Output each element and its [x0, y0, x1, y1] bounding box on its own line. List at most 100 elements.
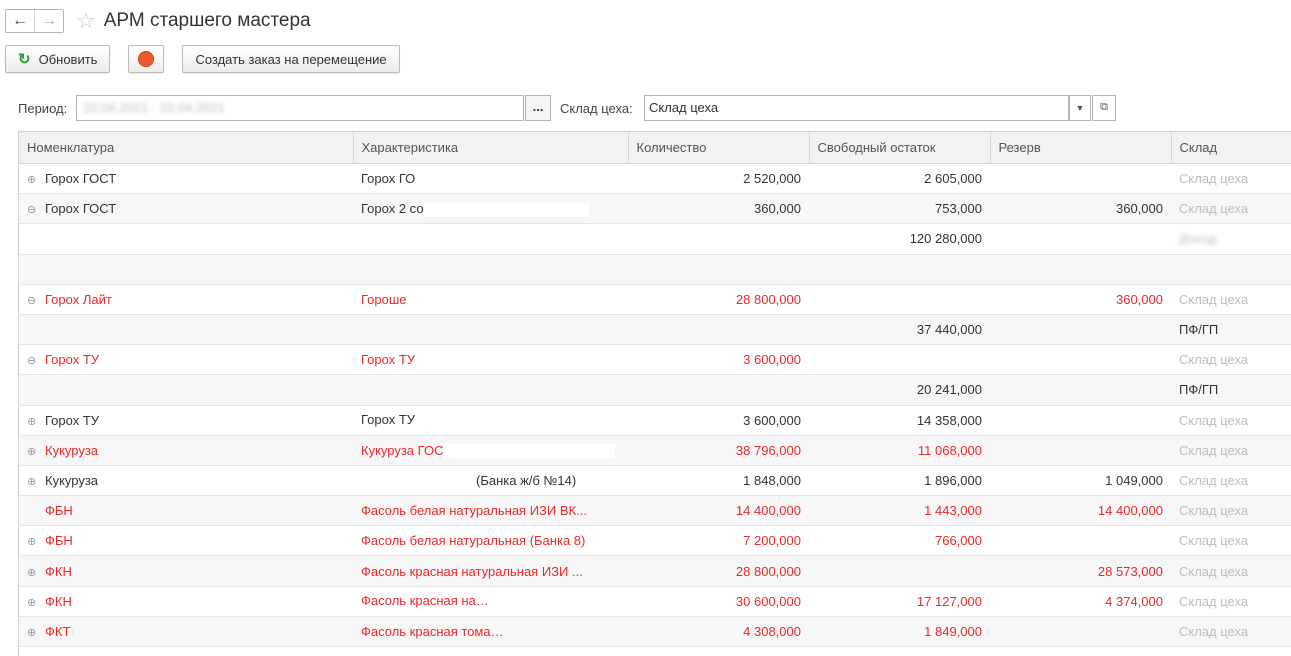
record-button[interactable] [128, 45, 165, 73]
cell-free-balance: 1 896,000 [809, 465, 990, 497]
period-select-button[interactable]: ... [525, 95, 551, 121]
cell-reserve: 360,000 [990, 193, 1171, 225]
cell-reserve [990, 616, 1171, 648]
table-row[interactable]: ⊕ ФКН Фасоль красная натуральная ИЗИ ... 28… [19, 555, 1291, 587]
cell-quantity [628, 374, 809, 406]
expand-plus-icon[interactable]: ⊕ [27, 173, 39, 186]
expand-plus-icon[interactable]: ⊕ [27, 566, 39, 579]
table-row[interactable]: 37 440,000 ПФ/ГП [19, 314, 1291, 346]
column-header-reserve[interactable]: Резерв [990, 132, 1172, 164]
cell-nomenclature: ⊖ Горох ТУ [19, 344, 353, 376]
column-header-warehouse[interactable]: Склад [1171, 132, 1291, 164]
cell-free-balance: 20 241,000 [809, 374, 990, 406]
cell-nomenclature: ⊖ Горох Лайт [19, 284, 353, 315]
cell-free-balance: 1 443,000 [809, 495, 990, 527]
cell-quantity: 30 600,000 [628, 586, 809, 617]
forward-arrow-icon[interactable]: → [34, 10, 63, 32]
nomenclature-text: Горох ТУ [45, 412, 100, 428]
cell-characteristic [353, 223, 628, 255]
nomenclature-text: ФКН [45, 593, 72, 609]
cell-quantity: 2 520,000 [628, 163, 809, 195]
cell-free-balance: 17 127,000 [809, 586, 990, 617]
cell-warehouse: Склад цеха [1171, 465, 1291, 497]
cell-warehouse: ПФ/ГП [1171, 374, 1291, 406]
table-row[interactable]: ⊕ Горох ГОСТ Горох ГО 2 520,000 2 605,000 Скл… [19, 163, 1291, 195]
warehouse-value: Склад цеха [649, 100, 719, 115]
expand-plus-icon[interactable]: ⊕ [27, 596, 39, 609]
cell-reserve [990, 223, 1171, 255]
table-row[interactable]: ⊕ Кукуруза Кукуруза ГОС 38 796,000 11 068,00… [19, 435, 1291, 466]
open-icon[interactable]: ⧉ [1092, 95, 1116, 121]
characteristic-text: Фасоль красная тома [361, 623, 491, 639]
toolbar: ↻ Обновить Создать заказ на перемещение [5, 45, 400, 73]
column-header-quantity[interactable]: Количество [628, 132, 810, 164]
collapse-minus-icon[interactable]: ⊖ [27, 354, 39, 367]
cell-nomenclature: ⊕ Горох ТУ [19, 405, 353, 436]
expand-plus-icon[interactable]: ⊕ [27, 415, 39, 428]
column-header-characteristic[interactable]: Характеристика [353, 132, 629, 164]
expand-plus-icon[interactable]: ⊕ [27, 475, 39, 488]
cell-warehouse: Склад цеха [1171, 555, 1291, 587]
back-arrow-icon[interactable]: ← [6, 10, 34, 32]
table-row[interactable]: 120 280,000 Доход [19, 223, 1291, 255]
cell-characteristic: Фасоль красная тома [353, 616, 628, 648]
cell-warehouse: Склад цеха [1171, 163, 1291, 195]
nav-group: ← → [5, 9, 64, 33]
cell-nomenclature: ⊕ ФКТ [19, 616, 353, 648]
table-row[interactable]: 20 241,000 ПФ/ГП [19, 374, 1291, 406]
period-label: Период: [18, 101, 68, 116]
data-table: Номенклатура Характеристика Количество С… [18, 131, 1291, 656]
characteristic-text: Кукуруза ГОС [361, 442, 444, 458]
expand-plus-icon[interactable]: ⊕ [27, 626, 39, 639]
cell-free-balance [809, 555, 990, 587]
collapse-minus-icon[interactable]: ⊖ [27, 203, 39, 216]
cell-characteristic: Горох ТУ [353, 405, 628, 436]
period-field[interactable]: 22.04.2021 - 22.04.2021 [76, 95, 524, 121]
column-header-nomenclature[interactable]: Номенклатура [19, 132, 354, 164]
cell-free-balance: 37 440,000 [809, 314, 990, 346]
cell-free-balance: 1 849,000 [809, 616, 990, 648]
table-row[interactable]: ⊕ ФКН Фасоль красная на 30 600,000 17 127,00… [19, 586, 1291, 617]
cell-characteristic [353, 254, 628, 285]
warehouse-field[interactable]: Склад цеха [644, 95, 1069, 121]
cell-characteristic: Гороше [353, 284, 628, 315]
cell-warehouse: Склад цеха [1171, 344, 1291, 376]
table-row[interactable]: ⊕ Кукуруза (Банка ж/б №14) 1 848,000 1 896,0… [19, 465, 1291, 497]
cell-warehouse: Склад цеха [1171, 525, 1291, 557]
cell-nomenclature: ⊕ Кукуруза [19, 435, 353, 466]
expand-plus-icon[interactable]: ⊕ [27, 445, 39, 458]
cell-characteristic: Горох ГО [353, 163, 628, 195]
nomenclature-text: Горох ТУ [45, 352, 100, 368]
table-row[interactable]: ⊖ Горох Лайт Гороше 28 800,000 360,000 Склад … [19, 284, 1291, 315]
table-row[interactable]: ⊕ ФБН Фасоль белая натуральная (Банка 8) 7 … [19, 525, 1291, 557]
table-row[interactable]: ⊕ ФКТ Фасоль красная тома 4 308,000 1 849,00… [19, 616, 1291, 648]
nomenclature-text: ФКН [45, 563, 72, 579]
collapse-minus-icon[interactable]: ⊖ [27, 294, 39, 307]
create-transfer-order-button[interactable]: Создать заказ на перемещение [182, 45, 400, 73]
cell-warehouse: Склад цеха [1171, 586, 1291, 617]
cell-free-balance [809, 254, 990, 285]
cell-free-balance: 2 605,000 [809, 163, 990, 195]
cell-warehouse [1171, 254, 1291, 285]
cell-quantity: 28 800,000 [628, 284, 809, 315]
cell-nomenclature [19, 254, 353, 285]
warehouse-label: Склад цеха: [560, 101, 633, 116]
refresh-button[interactable]: ↻ Обновить [5, 45, 111, 73]
column-header-free-balance[interactable]: Свободный остаток [809, 132, 991, 164]
table-row[interactable]: ⊕ Горох ТУ Горох ТУ 3 600,000 14 358,000 Скла… [19, 405, 1291, 436]
refresh-icon: ↻ [18, 51, 31, 68]
cell-reserve: 28 573,000 [990, 555, 1171, 587]
cell-free-balance [809, 344, 990, 376]
chevron-down-icon[interactable]: ▼ [1069, 95, 1091, 121]
cell-quantity [628, 223, 809, 255]
table-row[interactable]: ⊖ Горох ГОСТ Горох 2 со 360,000 753,000 360,0… [19, 193, 1291, 225]
table-row[interactable]: ⊖ Горох ТУ Горох ТУ 3 600,000 Склад цеха [19, 344, 1291, 376]
table-row[interactable]: ФБН Фасоль белая натуральная ИЗИ ВК... 14 … [19, 495, 1291, 527]
nomenclature-text: ФБН [45, 503, 73, 519]
expand-plus-icon[interactable]: ⊕ [27, 535, 39, 548]
table-row[interactable] [19, 254, 1291, 285]
cell-warehouse: Склад цеха [1171, 495, 1291, 527]
page-title: АРМ старшего мастера [103, 10, 311, 31]
cell-quantity: 360,000 [628, 193, 809, 225]
favorite-star-icon[interactable]: ☆ [76, 10, 96, 32]
